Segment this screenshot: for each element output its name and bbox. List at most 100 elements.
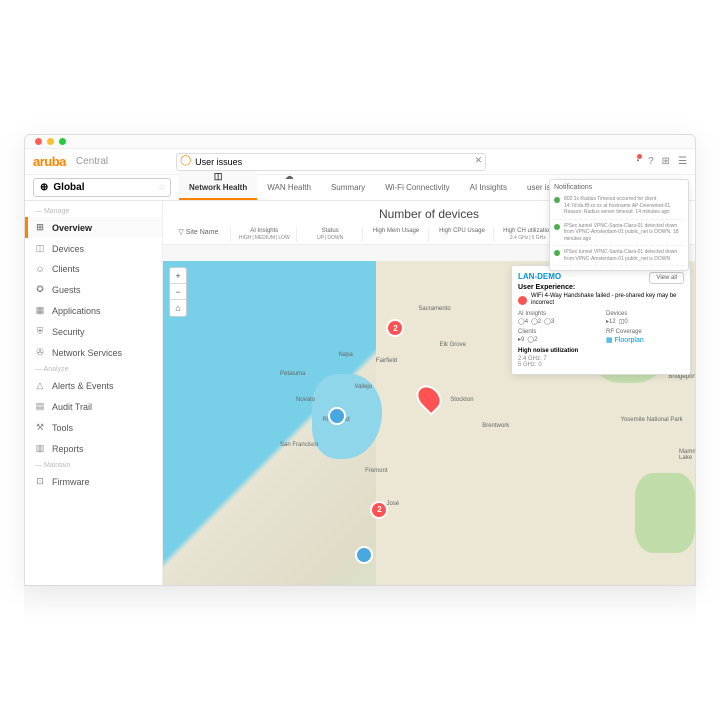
- sidebar-item-audit-trail[interactable]: ▤ Audit Trail: [25, 396, 162, 417]
- sidebar-item-network-services[interactable]: ✇ Network Services: [25, 342, 162, 363]
- reports-icon: ▥: [35, 443, 45, 454]
- view-all-button[interactable]: View all: [649, 272, 684, 284]
- popup-devices-values: ▸12◫0: [606, 318, 684, 325]
- site-popup: View all LAN-DEMO User Experience: WiFi …: [511, 265, 691, 375]
- sidebar-item-label: Overview: [52, 223, 92, 233]
- sidebar-item-label: Applications: [52, 306, 101, 316]
- map-city-label: Bridgeport: [668, 374, 695, 380]
- sidebar-item-label: Guests: [52, 285, 81, 295]
- map-city-label: Fairfield: [376, 358, 397, 364]
- search-input[interactable]: [176, 153, 486, 171]
- notification-item[interactable]: IPSec tunnel VPNC-Santa-Clara-01 detecte…: [554, 246, 684, 266]
- col-header[interactable]: High CPU Usage: [431, 227, 495, 242]
- sidebar-item-label: Network Services: [52, 348, 122, 358]
- alerts & events-icon: △: [35, 380, 45, 391]
- map-pin[interactable]: [355, 546, 373, 564]
- map-city-label: José: [386, 501, 399, 507]
- popup-devices-title: Devices: [606, 311, 684, 317]
- sidebar-item-label: Audit Trail: [52, 402, 92, 412]
- network services-icon: ✇: [35, 347, 45, 358]
- brand-logo: aruba: [33, 154, 66, 169]
- floorplan-link[interactable]: ▦ Floorplan: [606, 336, 684, 344]
- security-icon: ⛨: [35, 326, 45, 337]
- sidebar-item-label: Security: [52, 327, 85, 337]
- map-city-label: Novato: [296, 397, 315, 403]
- popup-noise-5: 5 GHz: 0: [518, 362, 684, 368]
- popup-ai-values: ◯4◯2◯3: [518, 318, 596, 325]
- col-header[interactable]: High Mem Usage: [365, 227, 429, 242]
- tab-wi-fi-connectivity[interactable]: Wi-Fi Connectivity: [375, 177, 459, 200]
- popup-rf-title: RF Coverage: [606, 329, 684, 335]
- alert-dot-icon: [518, 296, 527, 305]
- popup-ai-title: AI Insights: [518, 311, 596, 317]
- sidebar-item-overview[interactable]: ⊞ Overview: [25, 217, 162, 238]
- popup-ux-message: WiFi 4-Way Handshake failed - pre-shared…: [531, 293, 684, 307]
- close-window-icon[interactable]: [35, 138, 42, 145]
- map-zoom-control: + − ⌂: [169, 267, 187, 317]
- popup-clients-title: Clients: [518, 329, 596, 335]
- map-city-label: Petaluma: [280, 371, 305, 377]
- minimize-window-icon[interactable]: [47, 138, 54, 145]
- main-tabs: ◫Network Health☁WAN HealthSummaryWi-Fi C…: [179, 175, 577, 200]
- sidebar-nav: — Manage⊞Overview◫Devices☺Clients✪Guests…: [25, 201, 163, 585]
- apps-grid-icon[interactable]: ⊞: [662, 156, 670, 167]
- notification-item[interactable]: 802.1x Radius Timeout occurred for clien…: [554, 193, 684, 220]
- sidebar-item-security[interactable]: ⛨ Security: [25, 321, 162, 342]
- notifications-panel: Notifications 802.1x Radius Timeout occu…: [549, 179, 689, 271]
- map-city-label: Brentwork: [482, 423, 509, 429]
- tab-ai-insights[interactable]: AI Insights: [460, 177, 517, 200]
- guests-icon: ✪: [35, 284, 45, 295]
- overview-icon: ⊞: [35, 222, 45, 233]
- scope-refresh-icon: ◌: [159, 182, 164, 193]
- col-sitename[interactable]: ▽ Site Name: [167, 227, 231, 242]
- zoom-in-button[interactable]: +: [170, 268, 186, 284]
- col-header[interactable]: AI InsightsHIGH|MEDIUM|LOW: [233, 227, 297, 242]
- sidebar-item-reports[interactable]: ▥Reports: [25, 438, 162, 459]
- map-city-label: Sacramento: [418, 306, 450, 312]
- status-dot-icon: [554, 197, 560, 203]
- devices-icon: ◫: [35, 243, 45, 254]
- sidebar-item-applications[interactable]: ▦ Applications: [25, 300, 162, 321]
- sidebar-section: — Analyze: [25, 363, 162, 375]
- window-traffic-lights: [25, 135, 695, 149]
- tools-icon: ⚒: [35, 422, 45, 433]
- status-dot-icon: [554, 224, 560, 230]
- notifications-icon[interactable]: ◔: [634, 156, 640, 167]
- zoom-out-button[interactable]: −: [170, 284, 186, 300]
- scope-selector[interactable]: ⊕ Global ◌: [33, 178, 171, 197]
- audit trail-icon: ▤: [35, 401, 45, 412]
- sidebar-item-firmware[interactable]: ⊡Firmware: [25, 471, 162, 492]
- zoom-home-button[interactable]: ⌂: [170, 300, 186, 316]
- scope-icon: ⊕: [40, 182, 48, 193]
- search-container: ◯ ✕: [176, 152, 486, 171]
- user-menu-icon[interactable]: ☰: [678, 156, 687, 167]
- map-city-label: Fremont: [365, 468, 387, 474]
- maximize-window-icon[interactable]: [59, 138, 66, 145]
- scope-label: Global: [53, 182, 84, 193]
- sidebar-item-devices[interactable]: ◫Devices: [25, 238, 162, 259]
- notification-item[interactable]: IPSec tunnel VPNC-Santa-Clara-01 detecte…: [554, 220, 684, 247]
- tab-summary[interactable]: Summary: [321, 177, 375, 200]
- map-city-label: Yosemite National Park: [621, 417, 683, 423]
- map-pin[interactable]: [328, 407, 346, 425]
- map-city-label: Stockton: [450, 397, 473, 403]
- sidebar-item-guests[interactable]: ✪ Guests: [25, 279, 162, 300]
- map-city-label: Elk Grove: [440, 342, 466, 348]
- map-city-label: Vallejo: [355, 384, 373, 390]
- sidebar-item-label: Clients: [52, 264, 80, 274]
- clients-icon: ☺: [35, 264, 45, 274]
- sidebar-item-clients[interactable]: ☺ Clients: [25, 259, 162, 279]
- clear-search-icon[interactable]: ✕: [475, 155, 483, 166]
- help-icon[interactable]: ?: [648, 156, 654, 167]
- col-header[interactable]: StatusUP|DOWN: [299, 227, 363, 242]
- sidebar-item-tools[interactable]: ⚒Tools: [25, 417, 162, 438]
- map-canvas[interactable]: SacramentoElk GroveFairfieldNapaPetaluma…: [163, 261, 695, 585]
- popup-clients-values: ▸9◯2: [518, 336, 596, 343]
- sidebar-item-alerts-events[interactable]: △Alerts & Events: [25, 375, 162, 396]
- applications-icon: ▦: [35, 305, 45, 316]
- status-dot-icon: [554, 250, 560, 256]
- product-name: Central: [76, 156, 108, 167]
- top-bar: aruba Central ◯ ✕ ◔ ? ⊞ ☰: [25, 149, 695, 175]
- popup-noise-title: High noise utilization: [518, 348, 684, 354]
- popup-ux-heading: User Experience:: [518, 284, 684, 291]
